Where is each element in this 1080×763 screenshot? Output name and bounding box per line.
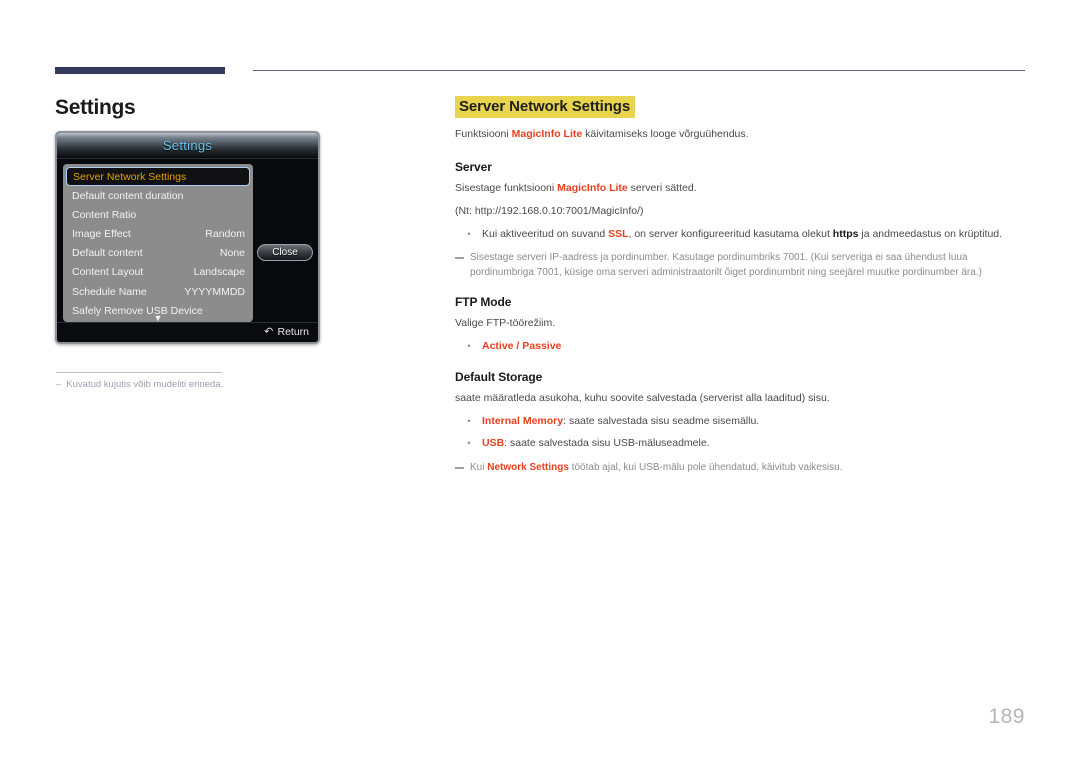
ftp-option-passive: Passive [522, 340, 562, 352]
subsection-heading-default-storage: Default Storage [455, 369, 543, 384]
osd-settings-panel: Settings Server Network Settings Default… [55, 131, 320, 344]
intro-paragraph: Funktsiooni MagicInfo Lite käivitamiseks… [455, 127, 1027, 143]
intro-pre: Funktsiooni [455, 128, 512, 141]
header-accent-bar [55, 67, 225, 74]
left-note-divider [56, 372, 222, 373]
ssl-pre: Kui aktiveeritud on suvand [482, 227, 609, 240]
ftp-option-active: Active [482, 340, 514, 352]
bullet-dot-icon: • [467, 228, 471, 239]
brand-magicinfo-lite: MagicInfo Lite [511, 128, 583, 141]
left-note-text: Kuvatud kujutis võib mudeliti erineda. [66, 379, 224, 390]
bullet-dot-icon: • [467, 341, 471, 351]
osd-menu-item-label: Default content duration [72, 189, 184, 202]
osd-menu-item-schedule-name[interactable]: Schedule Name YYYYMMDD [63, 282, 253, 301]
keyword-https: https [832, 227, 859, 240]
osd-menu-item-value: None [219, 247, 245, 260]
osd-menu-item-default-content[interactable]: Default content None [63, 244, 253, 263]
keyword-ssl: SSL [608, 227, 629, 240]
osd-close-button[interactable]: Close [257, 244, 313, 261]
keyword-network-settings: Network Settings [487, 462, 569, 473]
ssl-post: ja andmeedastus on krüptitud. [858, 227, 1003, 240]
note-dash-marker [455, 467, 464, 469]
option-internal-memory: Internal Memory [482, 414, 564, 427]
storage-note-text: Kui Network Settings töötab ajal, kui US… [470, 460, 1027, 475]
osd-menu-list[interactable]: Server Network Settings Default content … [63, 164, 253, 322]
osd-menu-item-value: YYYYMMDD [184, 285, 245, 298]
page-number: 189 [988, 705, 1025, 728]
option-usb: USB [482, 437, 505, 450]
ftp-options-bullet: • Active / Passive [465, 339, 1027, 355]
osd-body: Server Network Settings Default content … [57, 159, 318, 322]
note-dash-marker [455, 257, 464, 259]
osd-header: Settings [57, 133, 318, 159]
osd-menu-item-image-effect[interactable]: Image Effect Random [63, 224, 253, 243]
storage-internal-memory-bullet: • Internal Memory: saate salvestada sisu… [465, 414, 1027, 430]
osd-menu-item-content-ratio[interactable]: Content Ratio [63, 205, 253, 224]
section-title: Server Network Settings [455, 96, 636, 119]
page-title: Settings [55, 96, 136, 119]
storage-description: saate määratleda asukoha, kuhu soovite s… [455, 391, 830, 404]
server-line1-post: serveri sätted. [627, 182, 697, 194]
header-divider-rule [253, 70, 1025, 71]
osd-menu-item-label: Default content [72, 247, 143, 260]
server-line-1: Sisestage funktsiooni MagicInfo Lite ser… [455, 181, 1027, 197]
storage-internal-memory-text: Internal Memory: saate salvestada sisu s… [482, 414, 1027, 430]
bullet-dot-icon: • [467, 438, 471, 449]
storage-note-post: töötab ajal, kui USB-mälu pole ühendatud… [568, 462, 843, 473]
osd-menu-item-server-network-settings[interactable]: Server Network Settings [66, 167, 250, 186]
option-usb-desc: : saate salvestada sisu USB-mäluseadmele… [504, 437, 710, 450]
osd-side-actions: Close [253, 164, 313, 322]
osd-menu-item-value: Landscape [193, 266, 245, 279]
storage-note-pre: Kui [470, 462, 488, 473]
left-note: ‒ Kuvatud kujutis võib mudeliti erineda. [56, 379, 386, 392]
option-internal-memory-desc: : saate salvestada sisu seadme sisemällu… [563, 414, 760, 427]
ftp-description: Valige FTP-töörežiim. [455, 317, 556, 330]
storage-note: Kui Network Settings töötab ajal, kui US… [455, 460, 1027, 475]
server-ssl-bullet: • Kui aktiveeritud on suvand SSL, on ser… [465, 227, 1027, 243]
osd-menu-item-label: Content Layout [72, 266, 144, 279]
ftp-options-text: Active / Passive [482, 339, 1027, 355]
subsection-heading-server: Server [455, 160, 492, 174]
ftp-option-separator: / [513, 340, 523, 352]
osd-title: Settings [162, 138, 213, 153]
osd-menu-item-default-content-duration[interactable]: Default content duration [63, 186, 253, 205]
intro-post: käivitamiseks looge võrguühendus. [582, 128, 749, 141]
server-line1-pre: Sisestage funktsiooni [455, 182, 558, 194]
osd-return-button[interactable]: Return [277, 326, 309, 338]
osd-menu-item-value: Random [205, 227, 245, 240]
server-note: Sisestage serveri IP-aadress ja pordinum… [455, 250, 1027, 280]
osd-menu-item-label: Schedule Name [72, 285, 147, 298]
undo-arrow-icon: ↷ [264, 325, 274, 338]
scroll-down-icon[interactable]: ▼ [63, 314, 253, 323]
bullet-dot-icon: • [467, 415, 471, 426]
osd-menu-item-label: Server Network Settings [73, 170, 187, 183]
note-dash-marker: ‒ [56, 379, 62, 390]
right-column: Server Network Settings Funktsiooni Magi… [455, 96, 1027, 475]
ssl-mid: , on server konfigureeritud kasutama ole… [628, 227, 833, 240]
server-example-url: (Nt: http://192.168.0.10:7001/MagicInfo/… [455, 204, 644, 217]
osd-menu-item-content-layout[interactable]: Content Layout Landscape [63, 263, 253, 282]
server-ssl-bullet-text: Kui aktiveeritud on suvand SSL, on serve… [482, 227, 1027, 243]
storage-usb-text: USB: saate salvestada sisu USB-mäluseadm… [482, 436, 1027, 452]
osd-menu-item-label: Content Ratio [72, 208, 137, 221]
subsection-heading-ftp-mode: FTP Mode [455, 295, 512, 310]
server-note-text: Sisestage serveri IP-aadress ja pordinum… [470, 252, 982, 279]
osd-footer: ↷ Return [57, 322, 318, 341]
osd-menu-item-label: Image Effect [72, 227, 131, 240]
storage-usb-bullet: • USB: saate salvestada sisu USB-mälusea… [465, 436, 1027, 452]
brand-magicinfo-lite: MagicInfo Lite [557, 182, 628, 194]
left-column: Settings [55, 96, 425, 131]
